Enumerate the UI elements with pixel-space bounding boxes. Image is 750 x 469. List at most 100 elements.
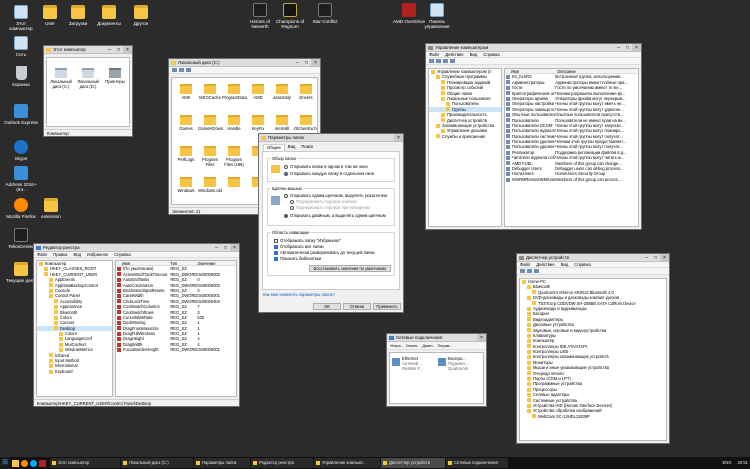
maximize-button[interactable]: □ <box>302 59 311 66</box>
folder-item[interactable]: PerfLogs <box>174 146 198 162</box>
menu-item[interactable]: Справка <box>574 262 590 267</box>
folder-item[interactable]: KeyFix <box>246 115 270 131</box>
desktop-icon[interactable]: Skype <box>4 140 38 161</box>
printers-item[interactable]: Принтеры <box>103 68 127 84</box>
restore-defaults-button[interactable]: Восстановить значения по умолчанию <box>309 265 391 272</box>
column-name[interactable]: Имя <box>505 69 557 73</box>
desktop-icon[interactable]: Outlook Express <box>4 104 38 125</box>
table-row[interactable]: WinRMRemoteWMIUser.. Members of this grou… <box>505 177 638 182</box>
option-show-favorites[interactable]: Отображать папку "Избранное" <box>274 238 341 243</box>
desktop-icon[interactable]: Документы <box>92 5 126 26</box>
folder-item[interactable]: Windows <box>174 177 198 193</box>
minimize-button[interactable]: – <box>293 59 302 66</box>
disable-button[interactable]: Отклю.. <box>406 344 420 348</box>
menu-item[interactable]: Избранное <box>87 252 108 257</box>
minimize-button[interactable]: – <box>212 244 221 251</box>
maximize-button[interactable]: □ <box>623 44 632 51</box>
menu-item[interactable]: Действие <box>445 52 463 57</box>
tab-view[interactable]: Вид <box>285 144 299 151</box>
folder-item[interactable]: Handle <box>222 115 246 131</box>
close-button[interactable]: × <box>230 244 239 251</box>
folder-item[interactable]: Games <box>174 115 198 131</box>
maximize-button[interactable]: □ <box>221 244 230 251</box>
network-titlebar[interactable]: Сетевые подключения × <box>387 334 486 342</box>
option-same-window[interactable]: Открывать папки в одном и том же окне <box>284 164 368 169</box>
folder-item[interactable]: Drivers <box>294 84 317 100</box>
desktop-icon[interactable]: Champions of Regnum <box>273 3 307 29</box>
option-new-window[interactable]: Открывать каждую папку в отдельном окне <box>284 171 374 176</box>
this-pc-titlebar[interactable]: Этот компьютер – □ × <box>44 46 132 54</box>
taskbar-window-button[interactable]: Этот компьютер <box>50 458 120 468</box>
back-icon[interactable] <box>429 59 434 63</box>
menu-item[interactable]: Вид <box>561 262 569 267</box>
up-icon[interactable] <box>186 68 191 72</box>
tree-node[interactable]: Keyboard <box>37 369 112 374</box>
forward-icon[interactable] <box>436 59 441 63</box>
menu-item[interactable]: Действие <box>536 262 554 267</box>
forward-icon[interactable] <box>527 269 532 273</box>
connection-ethernet[interactable]: Ethernet Сетевой ... Realtek P... <box>392 356 436 374</box>
minimize-button[interactable]: – <box>642 254 651 261</box>
option-expand-current[interactable]: Автоматически разворачивать до текущей п… <box>274 250 375 255</box>
ok-button[interactable]: ОК <box>313 303 341 310</box>
close-button[interactable]: × <box>394 134 403 141</box>
menu-item[interactable]: Вид <box>470 52 478 57</box>
diagnose-button[interactable]: Диагн.. <box>422 344 434 348</box>
back-icon[interactable] <box>520 269 525 273</box>
folder-item[interactable]: Program Files <box>198 146 222 167</box>
option-show-libraries[interactable]: Показать библиотеки <box>274 256 321 261</box>
close-button[interactable]: × <box>632 44 641 51</box>
desktop-icon[interactable]: Другое <box>124 5 158 26</box>
column-description[interactable]: Описание <box>557 69 637 73</box>
column-value[interactable]: Значение <box>197 261 236 265</box>
menu-item[interactable]: Вид <box>73 252 81 257</box>
folder-item[interactable]: metrolill <box>270 115 294 131</box>
option-double-click[interactable]: Открывать двойным, а выделять одним щелч… <box>284 213 386 218</box>
connection-wireless[interactable]: Беспро... Подключ... Qualcomm <box>438 356 482 374</box>
menu-item[interactable]: Файл <box>429 52 439 57</box>
tree-node[interactable]: Службы и приложения <box>429 134 501 139</box>
skype-pinned-icon[interactable] <box>30 459 37 467</box>
organize-button[interactable]: Упоря.. <box>390 344 403 348</box>
option-single-click[interactable]: Открывать одним щелчком, выделять указат… <box>284 193 387 198</box>
desktop-icon[interactable]: Корзина <box>4 66 38 87</box>
clock[interactable]: 20:51 <box>738 457 748 469</box>
apply-button[interactable]: Применить <box>373 303 401 310</box>
folder-item[interactable]: Program Files (x86) <box>222 146 246 167</box>
menu-item[interactable]: Файл <box>520 262 530 267</box>
device-manager-titlebar[interactable]: Диспетчер устройств – □ × <box>517 254 669 262</box>
menu-item[interactable]: Файл <box>37 252 47 257</box>
desktop-icon[interactable]: Mozilla Firefox <box>4 198 38 219</box>
taskbar-window-button[interactable]: Диспетчер устройств <box>381 458 445 468</box>
close-button[interactable]: × <box>660 254 669 261</box>
desktop-icon[interactable]: Сеть <box>4 36 38 57</box>
option-underline-hover[interactable]: Подчеркивать подписи при наведении <box>290 205 370 210</box>
option-underline-all[interactable]: Подчеркивать подписи значков <box>290 199 357 204</box>
back-icon[interactable] <box>172 68 177 72</box>
menu-item[interactable]: Справка <box>114 252 130 257</box>
minimize-button[interactable]: – <box>105 46 114 53</box>
close-button[interactable]: × <box>477 334 486 341</box>
rename-button[interactable]: Перим.. <box>438 344 452 348</box>
folder-item[interactable]: AMK <box>174 84 198 100</box>
properties-icon[interactable] <box>450 59 455 63</box>
forward-icon[interactable] <box>179 68 184 72</box>
folder-item[interactable]: AMD <box>246 84 270 100</box>
folder-item[interactable]: assembly <box>270 84 294 100</box>
folder-item[interactable]: MSOCache <box>198 84 222 100</box>
option-show-all-folders[interactable]: Отображать все папки <box>274 244 324 249</box>
column-name[interactable]: Имя <box>116 261 170 265</box>
desktop-icon[interactable]: Star Conflict <box>308 3 342 24</box>
folder-item[interactable]: ProgramData <box>222 84 247 100</box>
folder-options-dialog[interactable]: Параметры папок × Общие Вид Поиск Обзор … <box>258 133 404 313</box>
scan-icon[interactable] <box>534 269 539 273</box>
firefox-pinned-icon[interactable] <box>21 459 28 467</box>
comp-mgmt-titlebar[interactable]: Управление компьютером – □ × <box>426 44 641 52</box>
minimize-button[interactable]: – <box>614 44 623 51</box>
drive-c-item[interactable]: Локальный диск (C:) <box>49 68 73 89</box>
desktop-icon[interactable]: Address 2016+ (64.. <box>4 166 38 192</box>
desktop-icon[interactable]: Панель управления <box>420 3 454 29</box>
up-icon[interactable] <box>443 59 448 63</box>
tab-search[interactable]: Поиск <box>298 144 316 151</box>
menu-item[interactable]: Справка <box>483 52 499 57</box>
